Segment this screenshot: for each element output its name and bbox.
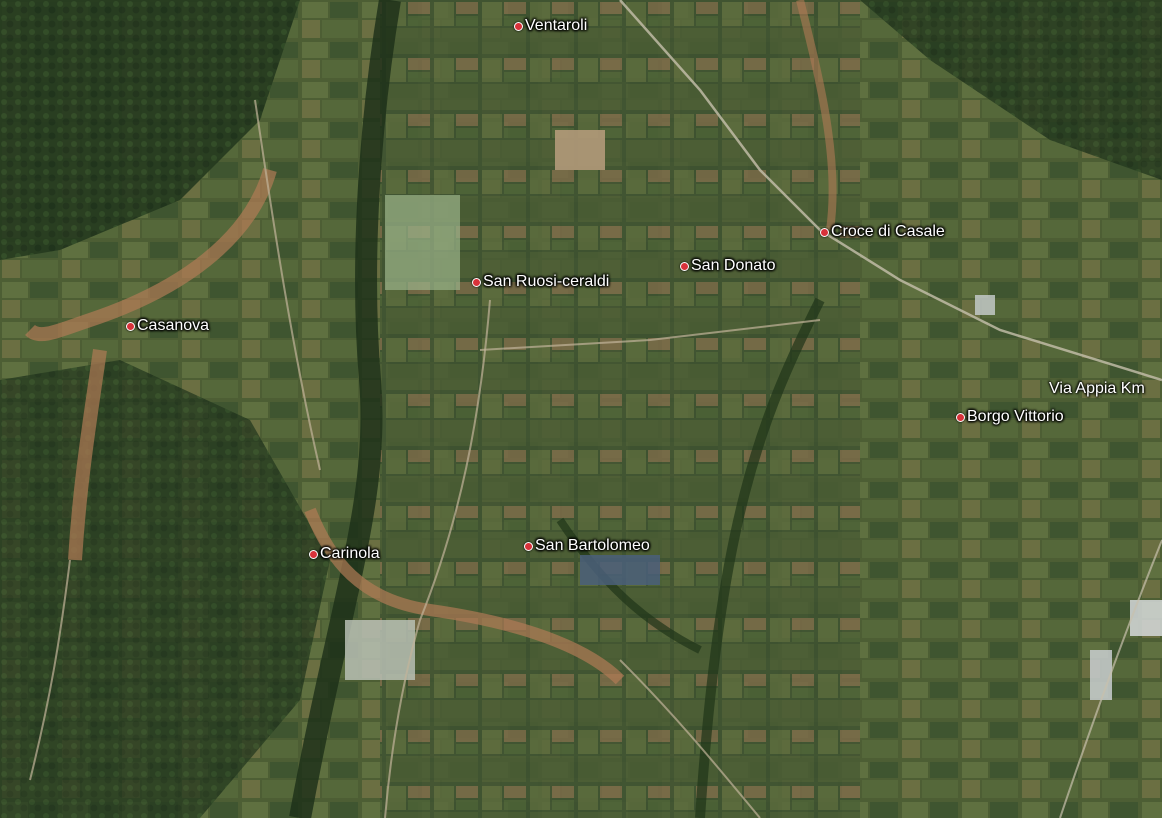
place-marker-ventaroli[interactable]: Ventaroli bbox=[514, 17, 587, 35]
place-marker-casanova[interactable]: Casanova bbox=[126, 317, 209, 335]
place-marker-san-donato[interactable]: San Donato bbox=[680, 257, 776, 275]
place-label: Borgo Vittorio bbox=[967, 408, 1064, 425]
place-label: Ventaroli bbox=[525, 17, 588, 34]
place-marker-borgo-vittorio[interactable]: Borgo Vittorio bbox=[956, 408, 1064, 426]
place-label: San Ruosi-ceraldi bbox=[483, 273, 610, 290]
place-marker-croce-di-casale[interactable]: Croce di Casale bbox=[820, 223, 945, 241]
place-pin-icon bbox=[680, 261, 689, 271]
road-label-via-appia: Via Appia Km bbox=[1049, 380, 1145, 397]
place-marker-san-ruosi-ceraldi[interactable]: San Ruosi-ceraldi bbox=[472, 273, 609, 291]
place-label: San Donato bbox=[691, 257, 776, 274]
place-pin-icon bbox=[524, 541, 533, 551]
place-pin-icon bbox=[309, 549, 318, 559]
satellite-map[interactable]: Ventaroli Croce di Casale San Donato San… bbox=[0, 0, 1162, 818]
place-pin-icon bbox=[514, 21, 523, 31]
place-marker-san-bartolomeo[interactable]: San Bartolomeo bbox=[524, 537, 650, 555]
place-pin-icon bbox=[956, 412, 965, 422]
place-label: Casanova bbox=[137, 317, 210, 334]
place-pin-icon bbox=[820, 227, 829, 237]
place-pin-icon bbox=[126, 321, 135, 331]
place-label: Croce di Casale bbox=[831, 223, 945, 240]
place-pin-icon bbox=[472, 277, 481, 287]
place-label: Carinola bbox=[320, 545, 380, 562]
place-marker-carinola[interactable]: Carinola bbox=[309, 545, 380, 563]
place-label: San Bartolomeo bbox=[535, 537, 650, 554]
